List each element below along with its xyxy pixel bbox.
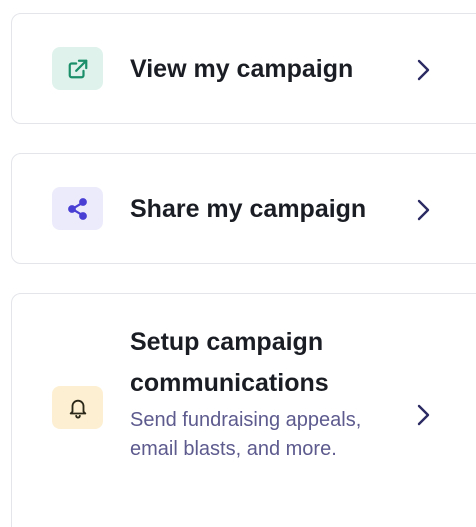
share-icon: [67, 197, 87, 220]
chevron-right-icon: [417, 199, 430, 221]
view-campaign-icon-tile: [52, 47, 103, 90]
chevron-right-icon: [417, 59, 430, 81]
view-campaign-title: View my campaign: [130, 55, 354, 83]
share-campaign-title: Share my campaign: [130, 195, 367, 223]
external-link-icon: [68, 59, 87, 78]
view-campaign-card[interactable]: View my campaign: [11, 13, 476, 124]
bell-icon: [69, 399, 86, 419]
setup-communications-icon-tile: [52, 386, 103, 429]
share-campaign-icon-tile: [52, 187, 103, 230]
setup-communications-title: Setup campaign communications: [130, 328, 329, 397]
campaign-actions-list: View my campaign Share my campaign Setup…: [0, 0, 476, 527]
share-campaign-card[interactable]: Share my campaign: [11, 153, 476, 264]
chevron-right-icon: [417, 404, 430, 426]
setup-communications-subtitle: Send fundraising appeals, email blasts, …: [130, 409, 362, 460]
setup-communications-card[interactable]: Setup campaign communications Send fundr…: [11, 293, 476, 527]
